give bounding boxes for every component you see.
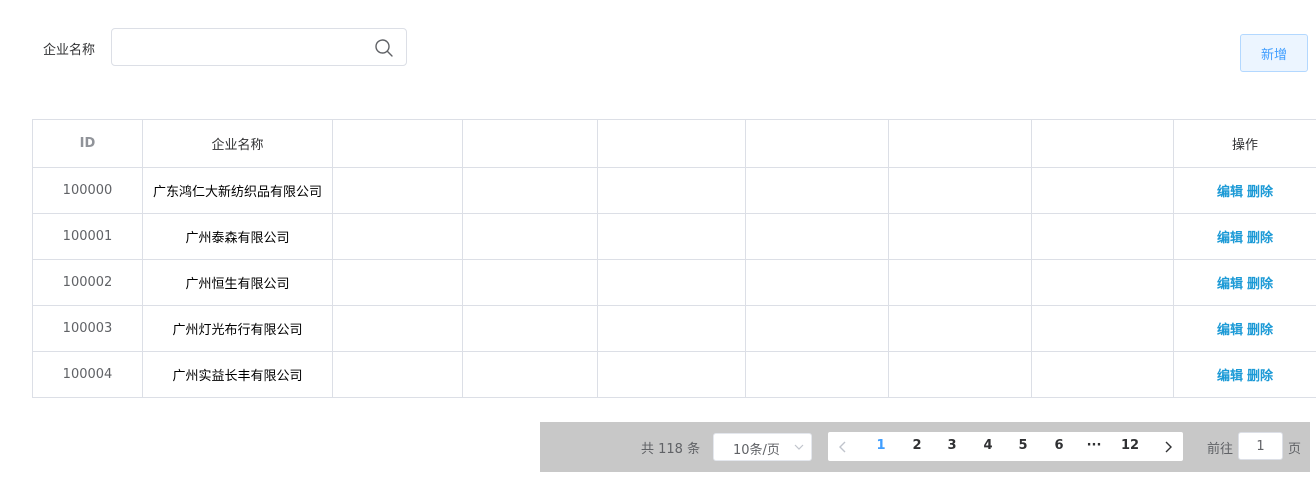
- empty-cell: [745, 167, 889, 214]
- table-row: 100000 广东鸿仁大新纺织品有限公司 编辑 删除: [32, 167, 1316, 214]
- id-cell: 100002: [32, 259, 143, 306]
- id-cell: 100000: [32, 167, 143, 214]
- page-size-value: 10条/页: [733, 443, 780, 458]
- page-unit-label: 页: [1288, 442, 1302, 457]
- empty-cell: [597, 259, 746, 306]
- empty-cell: [745, 259, 889, 306]
- company-name-cell: 广州灯光布行有限公司: [142, 305, 333, 352]
- empty-cell: [462, 351, 598, 398]
- edit-link[interactable]: 编辑: [1217, 323, 1243, 338]
- empty-cell: [332, 305, 463, 352]
- actions-cell: 编辑 删除: [1173, 305, 1316, 352]
- id-cell: 100004: [32, 351, 143, 398]
- empty-cell: [462, 213, 598, 260]
- empty-cell: [597, 305, 746, 352]
- empty-cell: [888, 213, 1032, 260]
- empty-cell: [1031, 167, 1174, 214]
- id-cell: 100003: [32, 305, 143, 352]
- column-header-empty: [597, 119, 746, 168]
- empty-cell: [745, 305, 889, 352]
- company-name-cell: 广州恒生有限公司: [142, 259, 333, 306]
- empty-cell: [1031, 305, 1174, 352]
- column-header-empty: [332, 119, 463, 168]
- empty-cell: [332, 351, 463, 398]
- goto-label: 前往: [1207, 442, 1234, 457]
- column-header-id[interactable]: ID: [32, 119, 143, 168]
- chevron-right-icon[interactable]: [1162, 440, 1174, 454]
- edit-link[interactable]: 编辑: [1217, 185, 1243, 200]
- empty-cell: [745, 213, 889, 260]
- empty-cell: [888, 351, 1032, 398]
- empty-cell: [462, 259, 598, 306]
- chevron-down-icon: [794, 444, 804, 450]
- page-4-button[interactable]: 4: [973, 438, 1003, 453]
- page-3-button[interactable]: 3: [937, 438, 967, 453]
- chevron-left-icon[interactable]: [837, 440, 849, 454]
- delete-link[interactable]: 删除: [1247, 185, 1273, 200]
- edit-link[interactable]: 编辑: [1217, 231, 1243, 246]
- page-list: 1 2 3 4 5 6 ··· 12: [828, 432, 1183, 461]
- search-input[interactable]: [112, 29, 382, 65]
- empty-cell: [597, 167, 746, 214]
- table-header-row: ID 企业名称 操作: [32, 119, 1316, 168]
- goto-page-input[interactable]: [1238, 432, 1283, 460]
- company-name-cell: 广州泰森有限公司: [142, 213, 333, 260]
- column-header-name[interactable]: 企业名称: [142, 119, 333, 168]
- empty-cell: [597, 213, 746, 260]
- table-row: 100002 广州恒生有限公司 编辑 删除: [32, 259, 1316, 306]
- actions-cell: 编辑 删除: [1173, 259, 1316, 306]
- edit-link[interactable]: 编辑: [1217, 369, 1243, 384]
- empty-cell: [332, 213, 463, 260]
- search-icon[interactable]: [374, 38, 394, 58]
- company-name-cell: 广州实益长丰有限公司: [142, 351, 333, 398]
- empty-cell: [462, 167, 598, 214]
- empty-cell: [332, 167, 463, 214]
- empty-cell: [332, 259, 463, 306]
- delete-link[interactable]: 删除: [1247, 323, 1273, 338]
- company-name-cell: 广东鸿仁大新纺织品有限公司: [142, 167, 333, 214]
- empty-cell: [1031, 213, 1174, 260]
- pagination: 共 118 条 10条/页 1 2 3 4 5 6 ··· 12 前往 页: [540, 422, 1310, 472]
- actions-cell: 编辑 删除: [1173, 167, 1316, 214]
- empty-cell: [1031, 351, 1174, 398]
- empty-cell: [888, 167, 1032, 214]
- column-header-empty: [462, 119, 598, 168]
- page-size-select[interactable]: 10条/页: [713, 433, 812, 461]
- page-5-button[interactable]: 5: [1008, 438, 1038, 453]
- empty-cell: [597, 351, 746, 398]
- column-header-empty: [745, 119, 889, 168]
- column-header-actions: 操作: [1173, 119, 1316, 168]
- company-table: ID 企业名称 操作 100000 广东鸿仁大新纺织品有限公司 编辑 删除 100…: [32, 119, 1316, 398]
- column-header-empty: [1031, 119, 1174, 168]
- empty-cell: [462, 305, 598, 352]
- column-header-empty: [888, 119, 1032, 168]
- empty-cell: [745, 351, 889, 398]
- empty-cell: [888, 259, 1032, 306]
- delete-link[interactable]: 删除: [1247, 277, 1273, 292]
- add-button[interactable]: 新增: [1240, 34, 1308, 72]
- page-6-button[interactable]: 6: [1044, 438, 1074, 453]
- table-row: 100004 广州实益长丰有限公司 编辑 删除: [32, 351, 1316, 398]
- edit-link[interactable]: 编辑: [1217, 277, 1243, 292]
- actions-cell: 编辑 删除: [1173, 351, 1316, 398]
- total-count: 共 118 条: [641, 442, 701, 457]
- empty-cell: [888, 305, 1032, 352]
- table-row: 100001 广州泰森有限公司 编辑 删除: [32, 213, 1316, 260]
- id-cell: 100001: [32, 213, 143, 260]
- actions-cell: 编辑 删除: [1173, 213, 1316, 260]
- empty-cell: [1031, 259, 1174, 306]
- search-label: 企业名称: [43, 43, 96, 58]
- page-2-button[interactable]: 2: [902, 438, 932, 453]
- delete-link[interactable]: 删除: [1247, 369, 1273, 384]
- more-pages-button[interactable]: ···: [1079, 438, 1109, 453]
- page-1-button[interactable]: 1: [866, 438, 896, 453]
- page-12-button[interactable]: 12: [1115, 438, 1145, 453]
- delete-link[interactable]: 删除: [1247, 231, 1273, 246]
- search-field[interactable]: [111, 28, 407, 66]
- table-row: 100003 广州灯光布行有限公司 编辑 删除: [32, 305, 1316, 352]
